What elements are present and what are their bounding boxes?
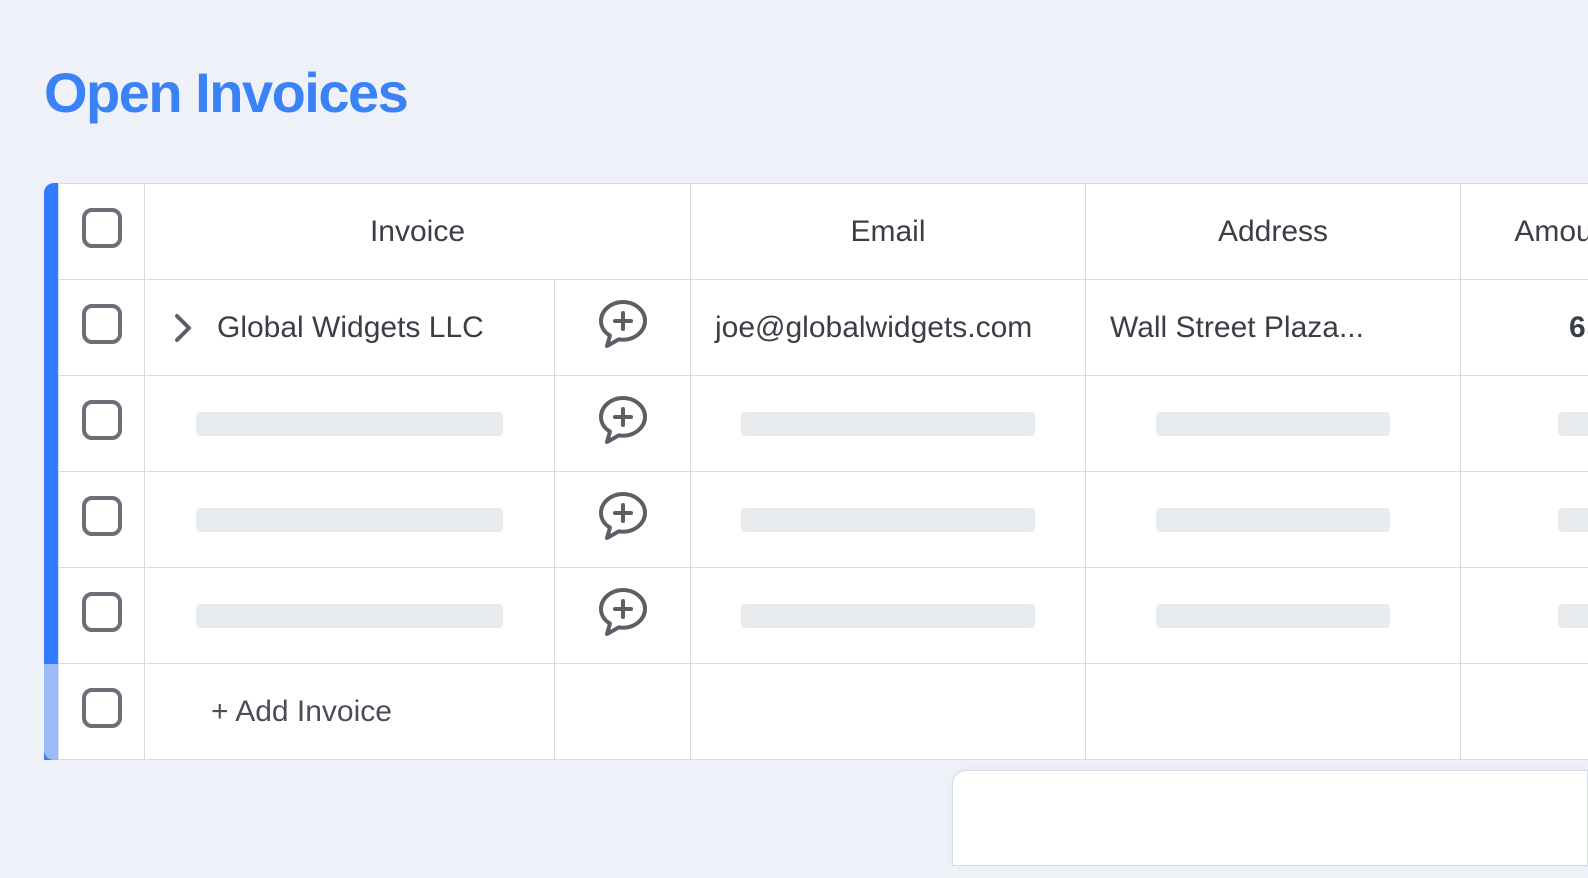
row-checkbox[interactable] [82,688,122,728]
chevron-right-icon[interactable] [169,314,197,342]
placeholder-bar [1156,508,1391,532]
column-header-address[interactable]: Address [1086,184,1461,280]
invoice-address[interactable]: Wall Street Plaza... [1086,280,1461,376]
table-row: Global Widgets LLC joe@globalwidgets. [59,280,1588,376]
column-header-invoice[interactable]: Invoice [145,184,691,280]
table-row [59,376,1588,472]
column-header-amount[interactable]: Amou [1461,184,1588,280]
invoice-name[interactable]: Global Widgets LLC [217,311,484,345]
page-title: Open Invoices [44,60,1588,125]
invoice-amount: 650 [1461,280,1588,376]
add-invoice-row: + Add Invoice [59,664,1588,760]
row-checkbox[interactable] [82,592,122,632]
invoice-table: Invoice Email Address Amou [44,183,1588,760]
row-checkbox[interactable] [82,496,122,536]
placeholder-bar [196,604,503,628]
placeholder-bar [1558,604,1588,628]
placeholder-bar [1156,412,1391,436]
placeholder-bar [1156,604,1391,628]
add-invoice-button[interactable]: + Add Invoice [145,664,555,760]
placeholder-bar [741,604,1035,628]
table-header-row: Invoice Email Address Amou [59,184,1588,280]
table-row [59,472,1588,568]
select-all-checkbox[interactable] [82,208,122,248]
add-comment-icon[interactable] [597,586,649,638]
placeholder-bar [1558,508,1588,532]
placeholder-bar [1558,412,1588,436]
placeholder-bar [196,412,503,436]
row-checkbox[interactable] [82,304,122,344]
placeholder-bar [741,412,1035,436]
placeholder-bar [741,508,1035,532]
placeholder-bar [196,508,503,532]
invoice-email[interactable]: joe@globalwidgets.com [691,280,1086,376]
row-checkbox[interactable] [82,400,122,440]
column-header-email[interactable]: Email [691,184,1086,280]
add-comment-icon[interactable] [597,298,649,350]
dropdown-panel[interactable] [952,770,1588,866]
add-comment-icon[interactable] [597,490,649,542]
add-comment-icon[interactable] [597,394,649,446]
table-row [59,568,1588,664]
